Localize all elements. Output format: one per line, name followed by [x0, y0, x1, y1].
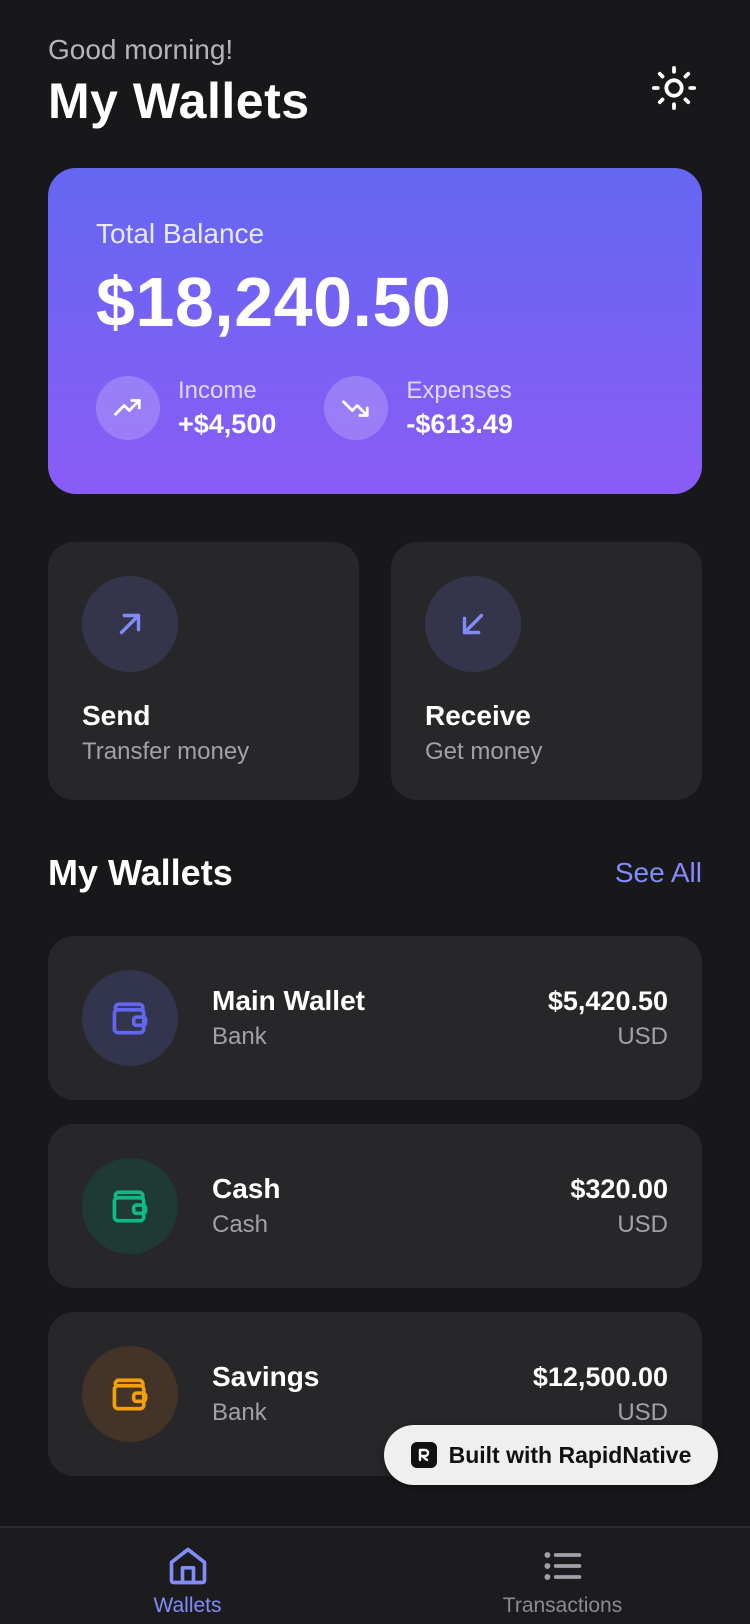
income-stat: Income +$4,500	[96, 376, 276, 440]
wallet-type: Bank	[212, 1399, 267, 1426]
quick-actions: Send Transfer money Receive Get money	[48, 542, 702, 800]
expenses-stat: Expenses -$613.49	[324, 376, 513, 440]
balance-stats: Income +$4,500 Expenses -$613.49	[96, 376, 654, 440]
wallets-section-header: My Wallets See All	[48, 852, 702, 894]
receive-subtitle: Get money	[425, 738, 543, 765]
expenses-value: -$613.49	[406, 408, 513, 439]
income-label: Income	[178, 376, 257, 404]
page-title: My Wallets	[48, 73, 310, 129]
wallet-name: Savings	[212, 1361, 320, 1392]
tab-transactions[interactable]: Transactions	[375, 1528, 750, 1624]
home-icon	[169, 1547, 206, 1585]
built-with-badge[interactable]: Built with RapidNative	[384, 1425, 718, 1485]
wallet-type: Cash	[212, 1211, 269, 1238]
receive-title: Receive	[425, 700, 531, 731]
tab-wallets[interactable]: Wallets	[0, 1528, 375, 1624]
header: Good morning! My Wallets	[48, 34, 702, 130]
wallet-icon	[82, 1158, 178, 1254]
tab-label: Wallets	[153, 1594, 222, 1617]
receive-button[interactable]: Receive Get money	[391, 542, 702, 800]
wallet-type: Bank	[212, 1023, 267, 1050]
theme-toggle-button[interactable]	[646, 60, 702, 116]
list-icon	[543, 1552, 581, 1580]
greeting-text: Good morning!	[48, 34, 234, 65]
wallet-balance: $12,500.00	[532, 1361, 668, 1392]
wallet-name: Main Wallet	[212, 985, 365, 1016]
balance-card: Total Balance $18,240.50 Income +$4,500	[48, 168, 702, 494]
send-title: Send	[82, 700, 151, 731]
wallet-currency: USD	[617, 1398, 668, 1426]
wallet-balance: $5,420.50	[547, 985, 668, 1016]
wallet-card-main[interactable]: Main Wallet Bank $5,420.50 USD	[48, 936, 702, 1100]
send-subtitle: Transfer money	[82, 738, 250, 765]
send-button[interactable]: Send Transfer money	[48, 542, 359, 800]
arrow-up-right-icon	[82, 576, 178, 672]
balance-label: Total Balance	[96, 218, 265, 249]
expenses-label: Expenses	[406, 376, 512, 404]
sun-icon	[651, 65, 697, 111]
wallet-currency: USD	[617, 1210, 668, 1238]
wallet-card-cash[interactable]: Cash Cash $320.00 USD	[48, 1124, 702, 1288]
wallet-balance: $320.00	[570, 1173, 668, 1204]
income-value: +$4,500	[178, 408, 277, 439]
wallet-name: Cash	[212, 1173, 281, 1204]
see-all-link[interactable]: See All	[615, 857, 702, 889]
trending-down-icon	[324, 376, 389, 440]
tab-label: Transactions	[502, 1594, 623, 1617]
arrow-down-left-icon	[425, 576, 521, 672]
rapidnative-logo-icon	[410, 1442, 437, 1468]
badge-text: Built with RapidNative	[448, 1441, 692, 1468]
bottom-tab-bar: Wallets Transactions	[0, 1526, 750, 1624]
wallet-icon	[82, 970, 178, 1066]
trending-up-icon	[96, 376, 160, 440]
balance-value: $18,240.50	[96, 263, 452, 341]
wallet-icon	[82, 1346, 178, 1442]
wallet-currency: USD	[617, 1022, 668, 1050]
section-title: My Wallets	[48, 852, 233, 893]
